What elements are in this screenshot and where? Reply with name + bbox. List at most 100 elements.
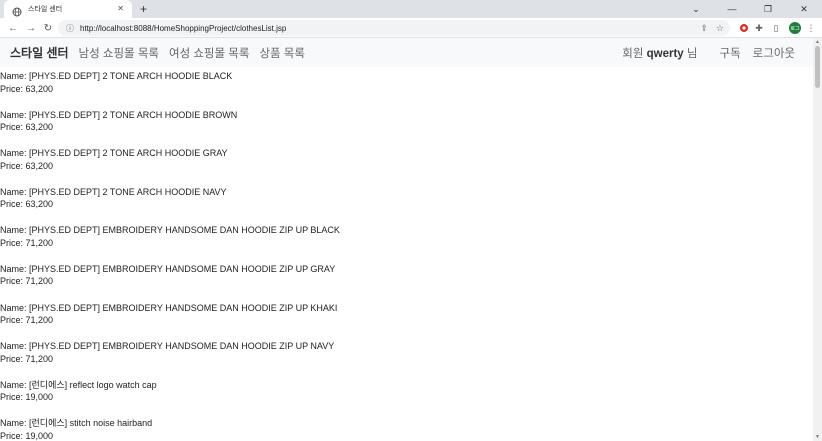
product-item: Name: [PHYS.ED DEPT] EMBROIDERY HANDSOME… (0, 337, 813, 376)
close-tab-icon[interactable]: ✕ (117, 5, 124, 13)
product-name-label: Name: (0, 263, 30, 274)
scrollbar-thumb[interactable] (815, 46, 820, 88)
product-price-line: Price: 63,200 (0, 83, 813, 96)
bookmark-star-icon[interactable]: ☆ (716, 22, 724, 34)
extensions-puzzle-icon[interactable]: ✚ (752, 21, 766, 35)
product-name-label: Name: (0, 148, 30, 159)
extension-record-icon[interactable] (737, 21, 751, 35)
product-name: [PHYS.ED DEPT] 2 TONE ARCH HOODIE BROWN (29, 109, 238, 120)
product-price-label: Price: (0, 83, 26, 94)
new-tab-button[interactable]: + (140, 2, 147, 16)
product-price-line: Price: 71,200 (0, 353, 813, 366)
nav-link-women-shops[interactable]: 여성 쇼핑몰 목록 (169, 45, 249, 61)
product-price-label: Price: (0, 353, 26, 364)
product-item: Name: [PHYS.ED DEPT] 2 TONE ARCH HOODIE … (0, 67, 813, 106)
product-price-label: Price: (0, 160, 26, 171)
address-bar[interactable]: ⓘ http://localhost:8088/HomeShoppingProj… (58, 20, 730, 36)
product-price-label: Price: (0, 315, 26, 326)
product-price: 71,200 (25, 237, 54, 248)
product-price: 71,200 (25, 353, 54, 364)
product-name: [런디에스] reflect logo watch cap (29, 379, 157, 390)
member-suffix: 님 (686, 47, 698, 60)
back-arrow-icon[interactable]: ← (6, 21, 20, 35)
product-name-label: Name: (0, 341, 30, 352)
product-item: Name: [PHYS.ED DEPT] 2 TONE ARCH HOODIE … (0, 183, 813, 222)
tab-title: 스타일 센터 (28, 6, 63, 13)
product-name-line: Name: [PHYS.ED DEPT] 2 TONE ARCH HOODIE … (0, 109, 813, 122)
product-name: [PHYS.ED DEPT] 2 TONE ARCH HOODIE NAVY (29, 186, 227, 197)
product-price: 63,200 (25, 160, 54, 171)
product-item: Name: [런디에스] stitch noise hairband Price:… (0, 414, 813, 441)
product-name-line: Name: [PHYS.ED DEPT] 2 TONE ARCH HOODIE … (0, 147, 813, 160)
globe-icon (12, 4, 22, 17)
side-panel-icon[interactable]: ▯ (769, 21, 783, 35)
product-price-label: Price: (0, 237, 26, 248)
subscribe-link[interactable]: 구독 (720, 45, 741, 61)
page-scrollbar[interactable]: ▲ ▼ (813, 38, 822, 441)
product-name-label: Name: (0, 418, 30, 429)
product-price-line: Price: 19,000 (0, 430, 813, 441)
product-item: Name: [PHYS.ED DEPT] 2 TONE ARCH HOODIE … (0, 144, 813, 183)
restore-icon[interactable]: ❐ (750, 0, 786, 18)
product-price: 63,200 (25, 122, 54, 133)
product-item: Name: [PHYS.ED DEPT] 2 TONE ARCH HOODIE … (0, 106, 813, 145)
product-name-line: Name: [PHYS.ED DEPT] 2 TONE ARCH HOODIE … (0, 186, 813, 199)
product-price-line: Price: 63,200 (0, 198, 813, 211)
product-name-line: Name: [런디에스] reflect logo watch cap (0, 379, 813, 392)
url-text[interactable]: http://localhost:8088/HomeShoppingProjec… (80, 24, 286, 33)
logout-link[interactable]: 로그아웃 (753, 45, 795, 61)
product-price: 63,200 (25, 199, 54, 210)
product-name-line: Name: [PHYS.ED DEPT] EMBROIDERY HANDSOME… (0, 302, 813, 315)
product-item: Name: [런디에스] reflect logo watch cap Price… (0, 376, 813, 415)
product-name-line: Name: [PHYS.ED DEPT] 2 TONE ARCH HOODIE … (0, 70, 813, 83)
product-name-label: Name: (0, 225, 30, 236)
window-controls: ⌄ — ❐ ✕ (678, 0, 822, 18)
product-name-line: Name: [런디에스] stitch noise hairband (0, 417, 813, 430)
more-menu-icon[interactable]: ⋮ (804, 21, 818, 35)
site-navbar: 스타일 센터 남성 쇼핑몰 목록 여성 쇼핑몰 목록 상품 목록 회원 qwer… (0, 38, 813, 67)
product-name-label: Name: (0, 109, 30, 120)
browser-tab[interactable]: 스타일 센터 ✕ (4, 0, 132, 18)
product-name: [PHYS.ED DEPT] EMBROIDERY HANDSOME DAN H… (29, 302, 338, 313)
product-price-line: Price: 71,200 (0, 275, 813, 288)
share-icon[interactable]: ⇪ (700, 22, 708, 34)
tab-search-icon[interactable]: ⌄ (678, 0, 714, 18)
product-price-label: Price: (0, 199, 26, 210)
browser-tab-strip: 스타일 센터 ✕ + ⌄ — ❐ ✕ (0, 0, 822, 18)
scroll-up-arrow-icon[interactable]: ▲ (814, 39, 821, 45)
product-item: Name: [PHYS.ED DEPT] EMBROIDERY HANDSOME… (0, 260, 813, 299)
info-icon[interactable]: ⓘ (66, 23, 74, 34)
brand-link[interactable]: 스타일 센터 (10, 44, 69, 61)
product-name: [PHYS.ED DEPT] EMBROIDERY HANDSOME DAN H… (29, 263, 336, 274)
product-name-label: Name: (0, 379, 30, 390)
product-name: [PHYS.ED DEPT] 2 TONE ARCH HOODIE BLACK (29, 71, 233, 81)
product-price-line: Price: 63,200 (0, 160, 813, 173)
product-name: [PHYS.ED DEPT] EMBROIDERY HANDSOME DAN H… (29, 341, 335, 352)
reload-icon[interactable]: ↻ (41, 21, 55, 35)
product-name: [PHYS.ED DEPT] EMBROIDERY HANDSOME DAN H… (29, 225, 340, 236)
forward-arrow-icon[interactable]: → (24, 21, 38, 35)
product-price-line: Price: 63,200 (0, 121, 813, 134)
member-prefix: 회원 (622, 47, 644, 60)
product-price: 63,200 (25, 83, 54, 94)
product-item: Name: [PHYS.ED DEPT] EMBROIDERY HANDSOME… (0, 299, 813, 338)
product-name-label: Name: (0, 186, 30, 197)
product-name: [런디에스] stitch noise hairband (29, 418, 153, 429)
scroll-down-arrow-icon[interactable]: ▼ (814, 434, 821, 440)
minimize-icon[interactable]: — (714, 0, 750, 18)
browser-toolbar: ← → ↻ ⓘ http://localhost:8088/HomeShoppi… (0, 18, 822, 38)
product-price-label: Price: (0, 430, 26, 441)
product-name-line: Name: [PHYS.ED DEPT] EMBROIDERY HANDSOME… (0, 340, 813, 353)
nav-link-men-shops[interactable]: 남성 쇼핑몰 목록 (79, 45, 159, 61)
product-name-label: Name: (0, 302, 30, 313)
product-name-label: Name: (0, 71, 30, 81)
product-name-line: Name: [PHYS.ED DEPT] EMBROIDERY HANDSOME… (0, 224, 813, 237)
close-window-icon[interactable]: ✕ (786, 0, 822, 18)
product-price: 19,000 (25, 430, 54, 441)
product-price: 71,200 (25, 276, 54, 287)
product-price-line: Price: 19,000 (0, 391, 813, 404)
product-price-label: Price: (0, 122, 26, 133)
nav-link-products[interactable]: 상품 목록 (259, 45, 305, 61)
profile-avatar[interactable]: 로그 (789, 22, 801, 34)
product-price-label: Price: (0, 276, 26, 287)
